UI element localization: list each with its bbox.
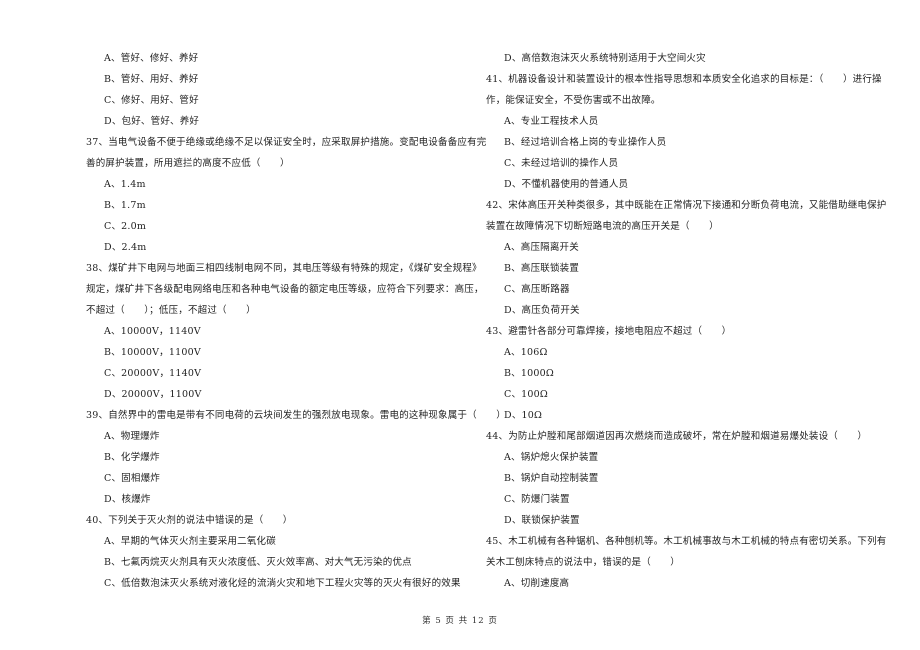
q38-option-a: A、10000V，1140V [104,326,201,337]
q42-option-b: B、高压联锁装置 [504,263,580,274]
q42-option-d: D、高压负荷开关 [504,305,580,316]
q44-stem-line-1: 44、为防止炉膛和尾部烟道因再次燃烧而造成破坏，常在炉膛和烟道易爆处装设（ ） [486,431,868,442]
q37-option-b: B、1.7m [104,200,146,211]
q36-option-b: B、管好、用好、养好 [104,74,199,85]
q42-stem-line-1: 42、宋体高压开关种类很多，其中既能在正常情况下接通和分断负荷电流，又能借助继电… [486,200,887,211]
q38-stem-line-2: 规定，煤矿井下各级配电网络电压和各种电气设备的额定电压等级，应符合下列要求：高压… [86,284,484,295]
q39-option-c: C、固相爆炸 [104,473,160,484]
q41-option-d: D、不懂机器使用的普通人员 [504,179,629,190]
page-footer: 第 5 页 共 12 页 [422,616,498,626]
q39-option-a: A、物理爆炸 [104,431,160,442]
q45-stem-line-2: 关木工刨床特点的说法中，错误的是（ ） [486,557,681,568]
q36-option-a: A、管好、修好、养好 [104,53,199,64]
q37-stem-line-1: 37、当电气设备不便于绝缘或绝缘不足以保证安全时，应采取屏护措施。变配电设备备应… [86,137,487,148]
q37-stem-line-2: 善的屏护装置，所用遮拦的高度不应低（ ） [86,158,290,169]
q40-option-d: D、高倍数泡沫灭火系统特别适用于大空间火灾 [504,53,706,64]
q42-option-c: C、高压断路器 [504,284,570,295]
q40-option-a: A、早期的气体灭火剂主要采用二氧化碳 [104,536,276,547]
q37-option-c: C、2.0m [104,221,147,232]
q42-option-a: A、高压隔离开关 [504,242,579,253]
q43-option-b: B、1000Ω [504,368,554,379]
q38-stem-line-3: 不超过（ ）；低压，不超过（ ） [86,305,256,316]
q44-option-c: C、防爆门装置 [504,494,570,505]
q41-option-b: B、经过培训合格上岗的专业操作人员 [504,137,667,148]
q44-option-a: A、锅炉熄火保护装置 [504,452,599,463]
q40-stem-line-1: 40、下列关于灭火剂的说法中错误的是（ ） [86,515,293,526]
q41-option-a: A、专业工程技术人员 [504,116,599,127]
q37-option-d: D、2.4m [104,242,147,253]
q39-option-d: D、核爆炸 [104,494,151,505]
q40-option-c: C、低倍数泡沫灭火系统对液化烃的流淌火灾和地下工程火灾等的灭火有很好的效果 [104,578,461,589]
q38-option-d: D、20000V，1100V [104,389,202,400]
q41-stem-line-2: 作，能保证安全，不受伤害或不出故障。 [486,95,661,106]
q43-option-d: D、10Ω [504,410,543,421]
q43-option-a: A、106Ω [504,347,548,358]
q39-option-b: B、化学爆炸 [104,452,160,463]
q45-stem-line-1: 45、木工机械有各种锯机、各种刨机等。木工机械事故与木工机械的特点有密切关系。下… [486,536,887,547]
q38-option-c: C、20000V，1140V [104,368,202,379]
q43-option-c: C、100Ω [504,389,548,400]
q44-option-d: D、联锁保护装置 [504,515,580,526]
q36-option-d: D、包好、管好、养好 [104,116,200,127]
q41-stem-line-1: 41、机器设备设计和装置设计的根本性指导思想和本质安全化追求的目标是：（ ）进行… [486,74,882,85]
q38-stem-line-1: 38、煤矿井下电网与地面三相四线制电网不同，其电压等级有特殊的规定，《煤矿安全规… [86,263,482,274]
q45-option-a: A、切削速度高 [504,578,570,589]
q41-option-c: C、未经过培训的操作人员 [504,158,619,169]
q38-option-b: B、10000V，1100V [104,347,201,358]
q36-option-c: C、修好、用好、管好 [104,95,199,106]
q37-option-a: A、1.4m [104,179,146,190]
q40-option-b: B、七氟丙烷灭火剂具有灭火浓度低、灭火效率高、对大气无污染的优点 [104,557,412,568]
q44-option-b: B、锅炉自动控制装置 [504,473,599,484]
q39-stem-line-1: 39、自然界中的雷电是带有不同电荷的云块间发生的强烈放电现象。雷电的这种现象属于… [86,410,506,421]
q43-stem-line-1: 43、避雷针各部分可靠焊接，接地电阻应不超过（ ） [486,326,732,337]
q42-stem-line-2: 装置在故障情况下切断短路电流的高压开关是（ ） [486,221,719,232]
